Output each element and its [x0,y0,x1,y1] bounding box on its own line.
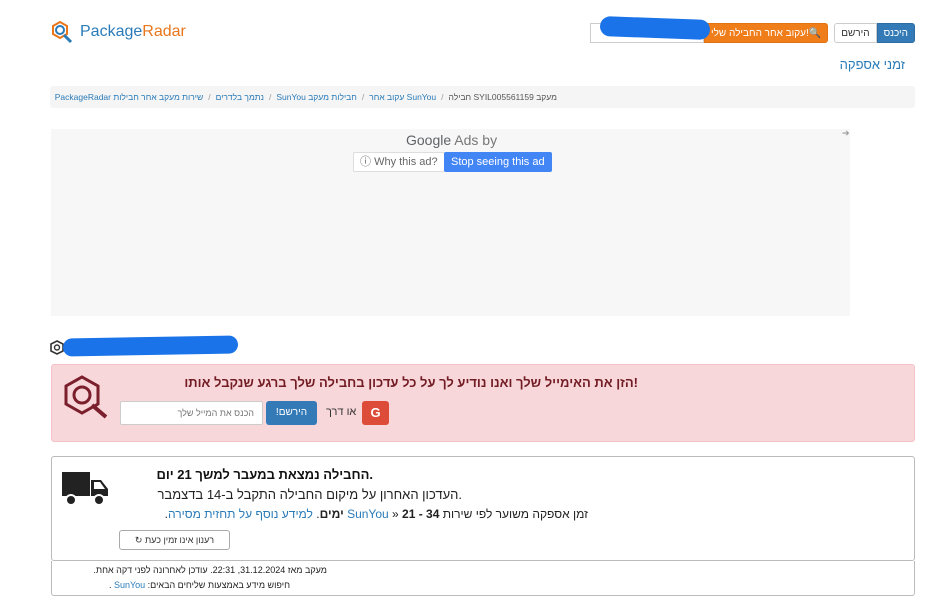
breadcrumb-home[interactable]: שירות מעקב אחר חבילות PackageRadar [55,92,203,102]
delivery-times-link[interactable]: זמני אספקה [840,57,905,72]
redaction-scribble [62,335,239,357]
radar-logo-icon [52,20,73,44]
refresh-icon: ↻ [134,535,143,545]
signup-button[interactable]: !הירשם [266,401,317,425]
breadcrumb-current: מעקב SYIL005561159 חבילה [448,92,557,102]
status-last-update-text: .העדכון האחרון על מיקום החבילה התקבל ב-1… [157,487,462,502]
google-signin-button[interactable]: G [362,401,389,425]
ad-label: Google Ads by [406,132,498,148]
status-estimate-text: זמן אספקה משוער לפי שירות SunYou » 21 - … [164,507,588,521]
footer-carrier-link[interactable]: SunYou [114,580,145,590]
refresh-button[interactable]: רענון אינו זמין כעת ↻ [119,530,230,550]
register-button[interactable]: הירשם [834,23,877,43]
or-label: או דרך [326,406,357,418]
logo-text: PackageRadar [80,23,186,40]
alert-title: !הזן את האימייל שלך ואנו נודיע לך על כל … [184,375,638,390]
breadcrumb-carriers[interactable]: נתמך בלדרים [216,92,264,102]
tracking-since-text: מעקב מאז 31.12.2024, 22:31. עודכן לאחרונ… [93,565,327,575]
why-this-ad-button[interactable]: ⓘ Why this ad? [353,152,445,172]
info-icon: ⓘ [360,156,371,168]
package-radar-icon [64,375,108,419]
redaction-scribble [599,16,711,40]
carriers-search-text: חיפוש מידע באמצעות שליחים הבאים: SunYou … [108,580,290,590]
stop-ad-button[interactable]: Stop seeing this ad [444,152,552,172]
ad-choice-arrow-icon[interactable]: ➔ [842,129,850,139]
delivery-forecast-link[interactable]: למידע נוסף על תחזית מסירה [168,507,313,521]
status-transit-text: .החבילה נמצאת במעבר למשך 21 יום [156,467,373,482]
truck-icon [62,472,108,506]
breadcrumb-sunyou-track[interactable]: SunYou עקוב אחר [369,92,436,102]
estimate-carrier-link[interactable]: SunYou [347,507,389,521]
search-icon: 🔍 [808,28,822,39]
logo[interactable]: PackageRadar [50,20,186,44]
track-button[interactable]: 🔍!עקוב אחר החבילה שלי [704,23,829,43]
breadcrumb-sunyou-packages[interactable]: חבילות מעקב SunYou [276,92,356,102]
email-input[interactable] [120,401,263,425]
login-button[interactable]: היכנס [876,23,915,43]
breadcrumb: מעקב SYIL005561159 חבילה / SunYou עקוב א… [50,86,915,108]
